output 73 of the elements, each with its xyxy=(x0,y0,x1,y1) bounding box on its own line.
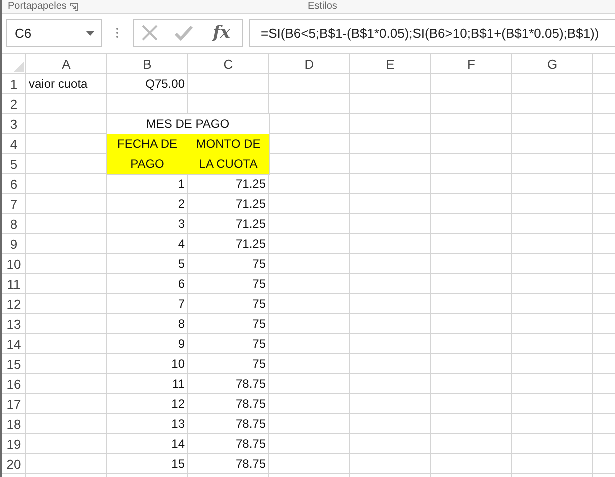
dialog-launcher-icon[interactable] xyxy=(70,2,78,10)
column-header[interactable]: G xyxy=(512,54,593,74)
table-cell-text: 13 xyxy=(170,416,186,433)
table-cell-text: 75 xyxy=(252,276,267,293)
formula-bar[interactable]: =SI(B6<5;B$1-(B$1*0.05);SI(B6>10;B$1+(B$1*0.05);B$1)) xyxy=(249,19,615,47)
table-cell: MONTO DE LA CUOTA xyxy=(188,134,270,175)
table-cell-text: vaior cuota xyxy=(28,76,89,93)
table-cell-text: 71.25 xyxy=(234,196,267,213)
row-header[interactable]: 6 xyxy=(2,174,26,194)
table-cell-text: 14 xyxy=(170,436,186,453)
row-header[interactable]: 13 xyxy=(2,314,26,334)
table-cell-text: 78.75 xyxy=(234,436,267,453)
table-cell-text: 2 xyxy=(177,196,186,213)
table-cell-text: 75 xyxy=(252,316,267,333)
table-cell-text: 11 xyxy=(172,376,186,393)
table-cell-text: 10 xyxy=(170,356,186,373)
table-cell-text: 75 xyxy=(252,356,267,373)
row-header[interactable]: 15 xyxy=(2,354,26,374)
row-header[interactable]: 12 xyxy=(2,294,26,314)
table-cell-text: 78.75 xyxy=(234,456,267,473)
table-cell-text: 12 xyxy=(170,396,186,413)
table-cell-text: 8 xyxy=(177,316,186,333)
row-header[interactable]: 5 xyxy=(2,154,26,174)
ribbon-group-label: Portapapeles xyxy=(8,0,67,12)
checkmark-icon[interactable] xyxy=(174,25,194,41)
row-header[interactable]: 11 xyxy=(2,274,26,294)
table-cell: FECHA DE PAGO xyxy=(107,134,189,175)
table-cell-text: 75 xyxy=(252,336,267,353)
corner-triangle-icon[interactable] xyxy=(14,62,24,72)
table-cell-text: 71.25 xyxy=(234,216,267,233)
ribbon-group-label: Estilos xyxy=(308,0,338,12)
table-cell-text: Q75.00 xyxy=(144,76,186,93)
row-header[interactable]: 20 xyxy=(2,454,26,474)
row-header[interactable]: 2 xyxy=(2,94,26,114)
row-header[interactable]: 14 xyxy=(2,334,26,354)
column-header[interactable]: B xyxy=(107,54,188,74)
grip-icon[interactable] xyxy=(116,27,119,39)
row-header[interactable]: 3 xyxy=(2,114,26,134)
table-cell-text: 71.25 xyxy=(234,176,267,193)
table-cell-text: 4 xyxy=(177,236,186,253)
table-cell-text: 78.75 xyxy=(234,376,267,393)
row-header[interactable]: 17 xyxy=(2,394,26,414)
row-header[interactable]: 4 xyxy=(2,134,26,154)
row-header[interactable]: 8 xyxy=(2,214,26,234)
row-header[interactable]: 19 xyxy=(2,434,26,454)
table-cell-text: 9 xyxy=(177,336,186,353)
insert-function-button[interactable]: fx xyxy=(209,23,235,43)
cancel-icon[interactable] xyxy=(141,24,160,42)
table-cell-text: 7 xyxy=(177,296,186,313)
table-cell-text: 71.25 xyxy=(234,236,267,253)
table-cell-text: 6 xyxy=(177,276,186,293)
table-cell-text: 75 xyxy=(252,256,267,273)
row-header[interactable]: 10 xyxy=(2,254,26,274)
column-header[interactable]: E xyxy=(350,54,431,74)
caret-icon[interactable] xyxy=(86,30,95,36)
column-header[interactable]: C xyxy=(188,54,269,74)
table-cell-text: 78.75 xyxy=(234,396,267,413)
row-header[interactable]: 1 xyxy=(2,74,26,94)
name-box[interactable]: C6 xyxy=(6,19,102,47)
column-header[interactable]: D xyxy=(269,54,350,74)
row-header[interactable]: 18 xyxy=(2,414,26,434)
table-cell-text: 78.75 xyxy=(234,416,267,433)
table-cell-text: 3 xyxy=(177,216,186,233)
column-header[interactable]: A xyxy=(26,54,107,74)
table-cell: MES DE PAGO xyxy=(107,114,270,135)
row-header[interactable]: 16 xyxy=(2,374,26,394)
row-header[interactable]: 9 xyxy=(2,234,26,254)
table-cell-text: 5 xyxy=(177,256,186,273)
table-cell-text: 75 xyxy=(252,296,267,313)
column-header[interactable]: F xyxy=(431,54,512,74)
table-cell-text: 15 xyxy=(170,456,186,473)
row-header[interactable]: 7 xyxy=(2,194,26,214)
table-cell-text: 1 xyxy=(177,176,186,193)
